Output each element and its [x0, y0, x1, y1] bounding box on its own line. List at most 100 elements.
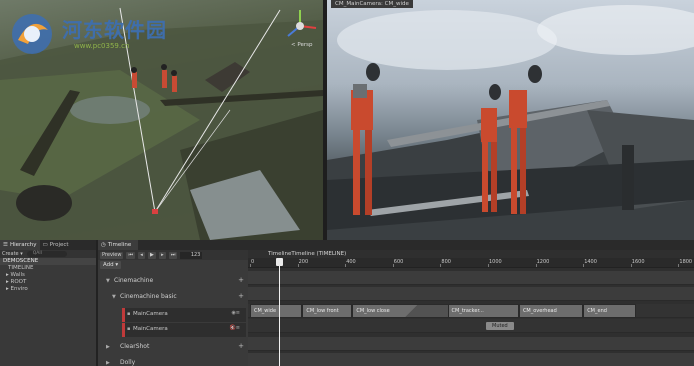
create-button[interactable]: Create ▾: [2, 251, 23, 257]
ruler-tick-label: 0: [251, 259, 255, 265]
ruler-tick-label: 200: [298, 259, 309, 265]
playhead-line: [279, 258, 281, 366]
track-list: ▼ Cinemachine + ▼ Cinemachine basic + ▪ …: [98, 271, 248, 366]
ruler-tick-label: 400: [346, 259, 356, 265]
track-clearshot[interactable]: ▶ ClearShot +: [98, 341, 248, 355]
game-render: [327, 5, 694, 240]
hierarchy-tabs: ☰ Hierarchy ▭ Project: [0, 240, 96, 250]
track-dolly[interactable]: ▶ Dolly: [98, 357, 248, 366]
lane-cinemachine-basic: [248, 287, 694, 301]
next-frame-icon[interactable]: ▸: [158, 251, 166, 259]
time-ruler[interactable]: 0 200 400 600 800 1000 1200 1400 1600 1800: [248, 258, 694, 268]
ruler-tick: [392, 264, 394, 267]
timeline-clip[interactable]: CM_overhead: [518, 304, 584, 318]
timeline-clip[interactable]: CM_end: [583, 304, 636, 318]
timeline-panel: ◷ Timeline Preview ⏮ ◂ ▶ ▸ ⏭ 123 Add ▾ ▼…: [98, 240, 694, 366]
ruler-tick: [535, 264, 537, 267]
hierarchy-item[interactable]: ▸ Enviro: [0, 286, 96, 293]
tab-timeline[interactable]: ◷ Timeline: [98, 240, 138, 250]
hierarchy-item[interactable]: ▸ Walls: [0, 272, 96, 279]
go-to-end-icon[interactable]: ⏭: [168, 251, 178, 259]
lane-maincamera-2: Muted: [248, 319, 694, 333]
expand-triangle-icon[interactable]: ▼: [106, 278, 110, 284]
timeline-clip[interactable]: CM_low front: [302, 304, 353, 318]
ruler-tick: [250, 264, 251, 267]
hierarchy-item[interactable]: TIMELINE: [0, 265, 96, 272]
tab-project-label: Project: [49, 242, 69, 248]
track-label: ClearShot: [120, 343, 150, 350]
collapse-triangle-icon[interactable]: ▶: [106, 344, 110, 350]
folder-icon: ▭: [42, 242, 48, 248]
frame-field[interactable]: 123: [180, 251, 203, 259]
track-label: Cinemachine basic: [120, 293, 177, 300]
mute-icon[interactable]: 🔇≡: [230, 325, 240, 331]
watermark-title: 河东软件园: [62, 18, 167, 42]
ruler-tick: [630, 264, 632, 267]
timeline-clip[interactable]: CM_tracker...: [447, 304, 519, 318]
ruler-tick-label: 1400: [584, 259, 597, 265]
game-view: [327, 0, 694, 240]
ruler-tick-label: 1600: [631, 259, 645, 265]
timeline-toolbar: Preview ⏮ ◂ ▶ ▸ ⏭ 123: [98, 250, 248, 260]
track-cinemachine-basic[interactable]: ▼ Cinemachine basic +: [98, 291, 248, 305]
hierarchy-item[interactable]: ▸ ROOT: [0, 279, 96, 286]
track-label: Dolly: [120, 359, 136, 366]
editor-window: 河东软件园 www.pc0359.cn < Persp CM_MainCamer…: [0, 0, 694, 366]
track-maincamera-1[interactable]: ▪ MainCamera ◉≡: [122, 308, 246, 322]
add-track-button[interactable]: Add ▾: [100, 261, 122, 269]
projection-label[interactable]: < Persp: [291, 42, 312, 48]
hierarchy-scene-root[interactable]: DEMOSCENE: [0, 258, 96, 265]
list-icon: ☰: [3, 242, 8, 248]
ruler-tick-label: 1200: [536, 259, 550, 265]
watermark-url: www.pc0359.cn: [74, 42, 130, 50]
hierarchy-toolbar: Create ▾ QAll: [0, 250, 96, 258]
muted-badge[interactable]: Muted: [486, 322, 514, 330]
lane-clearshot: [248, 337, 694, 351]
track-label: MainCamera: [133, 326, 168, 332]
timeline-title: TimelineTimeline (TIMELINE): [268, 251, 347, 257]
add-icon[interactable]: +: [238, 342, 244, 350]
play-icon[interactable]: ▶: [147, 251, 156, 259]
ruler-tick: [678, 264, 680, 267]
ruler-tick: [345, 264, 347, 267]
ruler-tick-label: 800: [441, 259, 451, 265]
go-to-start-icon[interactable]: ⏮: [126, 251, 135, 259]
hierarchy-search-input[interactable]: QAll: [26, 251, 67, 257]
timeline-tabs: ◷ Timeline: [98, 240, 694, 250]
lane-cinemachine: [248, 271, 694, 285]
tab-project[interactable]: ▭ Project: [40, 240, 72, 250]
ruler-tick: [440, 264, 442, 267]
collapse-triangle-icon[interactable]: ▶: [106, 360, 110, 366]
playhead-handle[interactable]: [276, 258, 284, 266]
preview-button[interactable]: Preview: [100, 251, 124, 259]
timeline-clip[interactable]: CM_wide: [250, 304, 303, 318]
track-maincamera-2[interactable]: ▪ MainCamera 🔇≡: [122, 323, 246, 337]
timeline-area[interactable]: TimelineTimeline (TIMELINE) 0 200 400 600 80…: [248, 250, 694, 366]
lane-dolly: [248, 353, 694, 366]
tab-hierarchy[interactable]: ☰ Hierarchy: [0, 240, 40, 250]
watermark-logo-icon: [12, 14, 52, 54]
record-icon[interactable]: ◉≡: [231, 310, 240, 316]
previous-frame-icon[interactable]: ◂: [137, 251, 145, 259]
camera-track-icon: ▪: [127, 311, 131, 317]
add-icon[interactable]: +: [238, 276, 244, 284]
game-view-tab[interactable]: CM_MainCamera: CM_wide: [331, 0, 413, 8]
add-icon[interactable]: +: [238, 292, 244, 300]
track-cinemachine[interactable]: ▼ Cinemachine +: [98, 275, 248, 289]
tab-hierarchy-label: Hierarchy: [9, 242, 37, 248]
hierarchy-panel: ☰ Hierarchy ▭ Project Create ▾ QAll DEMO…: [0, 240, 98, 366]
ruler-tick-label: 1000: [489, 259, 502, 265]
lane-maincamera-1: CM_wide CM_low front CM_low close CM_tracke…: [248, 304, 694, 318]
ruler-tick-label: 600: [393, 259, 404, 265]
ruler-tick-label: 1800: [679, 259, 693, 265]
expand-triangle-icon[interactable]: ▼: [112, 294, 116, 300]
tab-timeline-label: Timeline: [107, 242, 132, 248]
camera-track-icon: ▪: [127, 326, 131, 332]
track-label: MainCamera: [133, 311, 168, 317]
scene-view[interactable]: 河东软件园 www.pc0359.cn < Persp: [0, 0, 323, 240]
ruler-tick: [488, 264, 489, 267]
orientation-gizmo-icon[interactable]: [280, 6, 320, 46]
timeline-icon: ◷: [101, 242, 106, 248]
ruler-tick: [297, 264, 299, 267]
ruler-tick: [583, 264, 585, 267]
